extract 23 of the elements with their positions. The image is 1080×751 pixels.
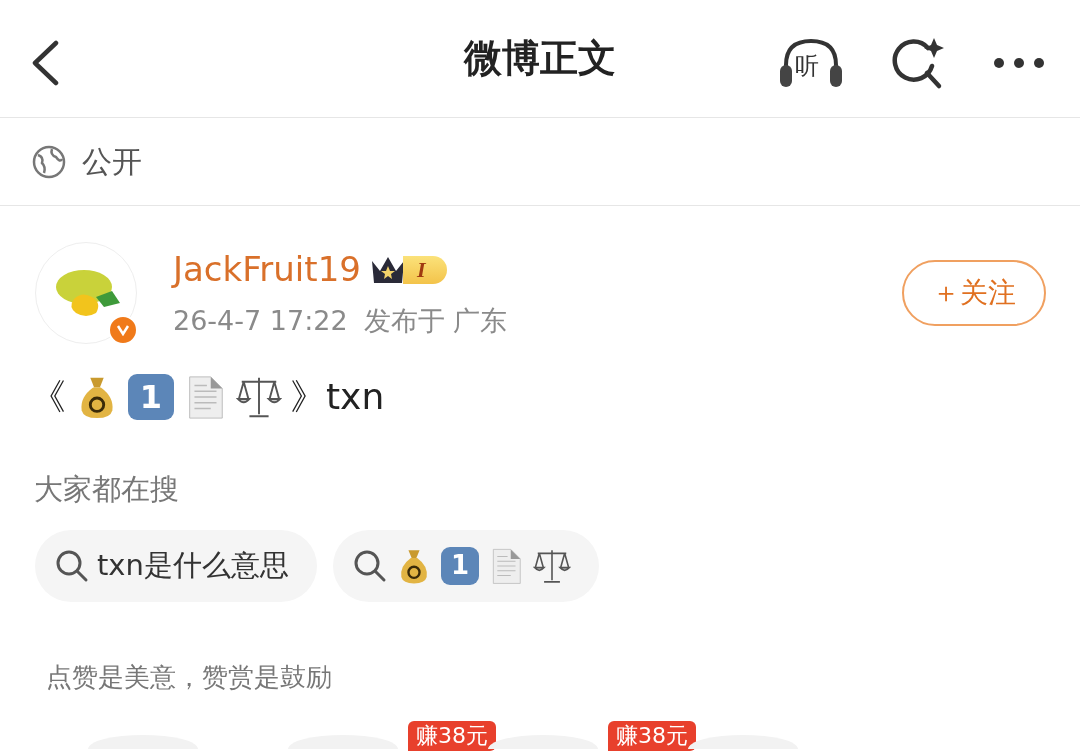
listen-button[interactable]: 听: [778, 37, 844, 89]
page-title: 微博正文: [464, 35, 616, 82]
section-title: 大家都在搜: [33, 471, 180, 508]
follow-button[interactable]: ＋关注: [902, 260, 1046, 326]
more-icon[interactable]: [992, 56, 1046, 70]
post-location: 发布于 广东: [363, 304, 508, 339]
search-chip[interactable]: 1: [332, 529, 599, 602]
post-text: 《: [30, 379, 66, 415]
reward-badge: 赚38元: [408, 720, 496, 751]
back-icon[interactable]: [30, 40, 60, 86]
post-text: 》txn: [290, 379, 385, 415]
reward-badge: 赚38元: [608, 720, 696, 751]
post-time: 26-4-7 17:22: [173, 304, 348, 339]
username[interactable]: JackFruit19: [173, 244, 361, 296]
search-icon[interactable]: [892, 36, 944, 90]
globe-icon: [32, 144, 66, 179]
visibility-label: 公开: [82, 143, 142, 181]
keycap-icon: 1: [128, 374, 174, 420]
search-icon: [352, 548, 387, 583]
level-badge: I: [368, 252, 448, 287]
search-icon: [55, 548, 89, 583]
reward-prompt: 点赞是美意，赞赏是鼓励: [45, 660, 333, 694]
search-chip[interactable]: txn是什么意思: [35, 529, 317, 602]
